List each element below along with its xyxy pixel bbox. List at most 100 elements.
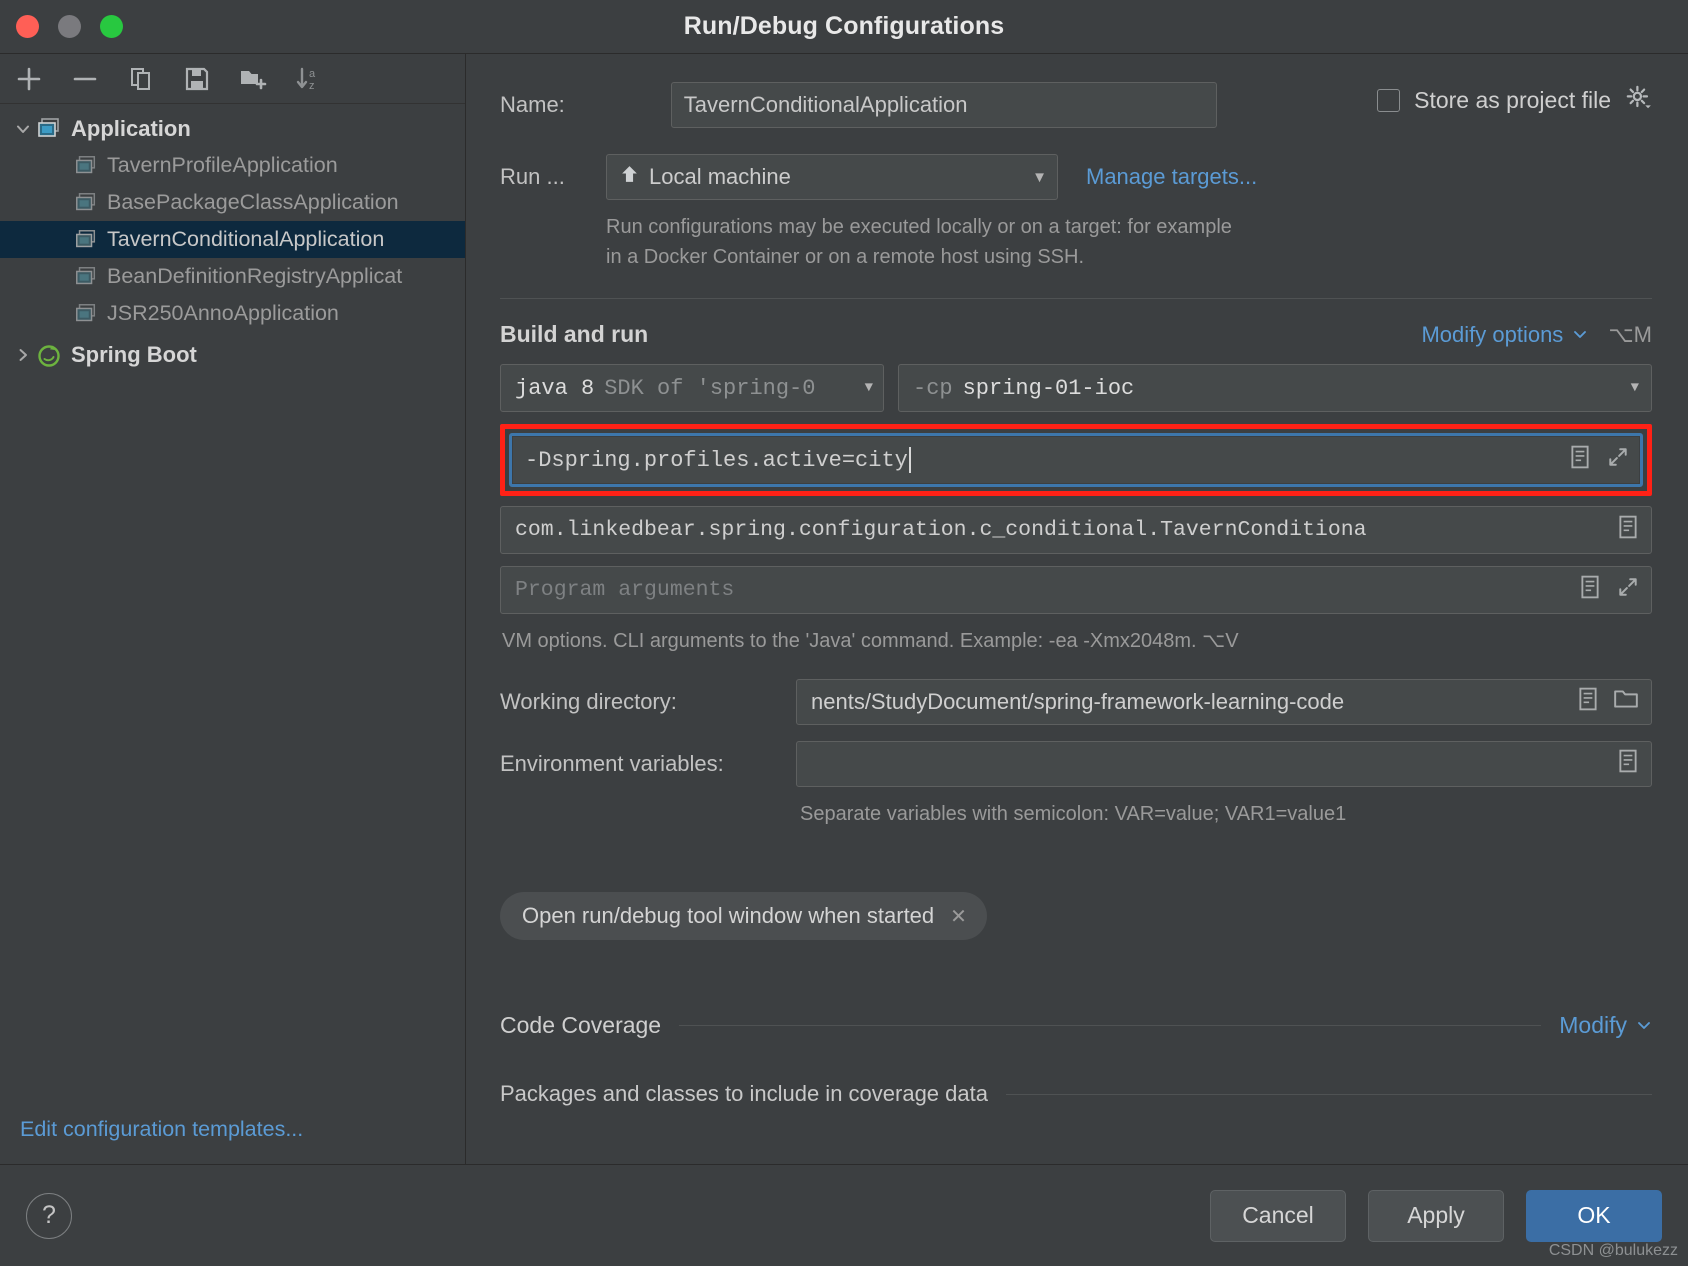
working-directory-input[interactable]: nents/StudyDocument/spring-framework-lea…: [796, 679, 1652, 725]
modify-options-label: Modify options: [1421, 321, 1564, 347]
tree-item-tavern-profile-application[interactable]: TavernProfileApplication: [0, 147, 465, 184]
modify-options-link[interactable]: Modify options: [1421, 322, 1588, 348]
run-target-hint-line1: Run configurations may be executed local…: [606, 216, 1232, 238]
program-arguments-field-actions: [1579, 575, 1639, 606]
tree-group-spring-boot[interactable]: Spring Boot: [0, 336, 465, 373]
local-machine-icon: [619, 164, 640, 191]
code-coverage-modify-label: Modify: [1559, 1012, 1627, 1038]
name-input[interactable]: TavernConditionalApplication: [670, 82, 1217, 128]
expand-editor-icon[interactable]: [1607, 446, 1629, 475]
insert-macro-icon[interactable]: [1579, 575, 1601, 606]
dialog-body: a z Application TavernProfileApplication…: [0, 54, 1688, 1164]
gear-icon[interactable]: [1625, 84, 1652, 116]
expand-editor-icon[interactable]: [1617, 576, 1639, 605]
minimize-window-button[interactable]: [58, 15, 81, 38]
program-arguments-input[interactable]: Program arguments: [500, 566, 1652, 614]
remove-icon[interactable]: [70, 64, 100, 94]
new-folder-icon[interactable]: [238, 64, 268, 94]
chevron-down-icon[interactable]: ▼: [859, 380, 873, 396]
svg-text:z: z: [309, 80, 315, 92]
ok-button[interactable]: OK: [1526, 1189, 1662, 1242]
main-class-value: com.linkedbear.spring.configuration.c_co…: [515, 518, 1367, 542]
sdk-and-classpath-row: java 8 SDK of 'spring-0 ▼ -cp spring-01-…: [500, 364, 1652, 412]
classpath-module: spring-01-ioc: [962, 375, 1135, 401]
run-debug-configurations-window: Run/Debug Configurations a z Application…: [0, 0, 1688, 1266]
environment-variables-input[interactable]: [796, 741, 1652, 787]
run-target-hint-line2: in a Docker Container or on a remote hos…: [606, 246, 1085, 268]
section-divider: [500, 298, 1652, 299]
coverage-packages-header: Packages and classes to include in cover…: [500, 1081, 1652, 1107]
cancel-button[interactable]: Cancel: [1210, 1189, 1346, 1242]
tree-group-label: Spring Boot: [71, 341, 197, 367]
environment-variables-hint: Separate variables with semicolon: VAR=v…: [800, 803, 1347, 825]
open-tool-window-label: Open run/debug tool window when started: [522, 903, 935, 928]
save-icon[interactable]: [182, 64, 212, 94]
classpath-flag: -cp: [913, 375, 953, 401]
svg-text:a: a: [309, 68, 316, 80]
run-target-value: Local machine: [649, 164, 791, 189]
close-window-button[interactable]: [16, 15, 39, 38]
application-config-icon: [74, 302, 98, 326]
sdk-version: java 8: [515, 375, 595, 401]
classpath-select[interactable]: -cp spring-01-ioc ▼: [898, 364, 1652, 412]
tree-item-label: BeanDefinitionRegistryApplicat: [107, 264, 403, 288]
insert-macro-icon[interactable]: [1577, 687, 1599, 717]
window-controls: [16, 15, 123, 38]
maximize-window-button[interactable]: [100, 15, 123, 38]
tree-group-label: Application: [71, 115, 191, 141]
vm-options-input[interactable]: -Dspring.profiles.active=city: [513, 437, 1639, 483]
tree-item-jsr250-anno-application[interactable]: JSR250AnnoApplication: [0, 295, 465, 332]
code-coverage-divider: [679, 1025, 1542, 1026]
program-arguments-placeholder: Program arguments: [515, 578, 735, 602]
chevron-down-icon[interactable]: [10, 116, 36, 142]
run-target-hint: Run configurations may be executed local…: [606, 212, 1506, 272]
vm-options-value: -Dspring.profiles.active=city: [525, 447, 908, 473]
help-button[interactable]: ?: [26, 1192, 72, 1239]
working-directory-label: Working directory:: [500, 689, 677, 714]
browse-class-icon[interactable]: [1617, 515, 1639, 546]
tree-item-label: BasePackageClassApplication: [107, 190, 399, 214]
chevron-down-icon[interactable]: ▼: [1631, 380, 1639, 396]
browse-folder-icon[interactable]: [1613, 688, 1639, 716]
edit-variables-icon[interactable]: [1617, 749, 1639, 779]
manage-targets-link[interactable]: Manage targets...: [1086, 164, 1257, 190]
chevron-right-icon[interactable]: [10, 342, 36, 368]
sdk-select[interactable]: java 8 SDK of 'spring-0 ▼: [500, 364, 884, 412]
configurations-sidebar: a z Application TavernProfileApplication…: [0, 54, 466, 1164]
tree-item-tavern-conditional-application[interactable]: TavernConditionalApplication: [0, 221, 465, 258]
spring-boot-icon: [36, 342, 62, 368]
chevron-down-icon[interactable]: [1636, 1012, 1652, 1039]
text-cursor: [908, 447, 911, 473]
tree-item-base-package-class-application[interactable]: BasePackageClassApplication: [0, 184, 465, 221]
tree-item-label: TavernProfileApplication: [107, 153, 338, 177]
sort-alphabetically-icon[interactable]: a z: [294, 64, 324, 94]
store-as-project-file-checkbox[interactable]: [1377, 88, 1401, 112]
main-class-input[interactable]: com.linkedbear.spring.configuration.c_co…: [500, 506, 1652, 554]
tree-item-bean-definition-registry-application[interactable]: BeanDefinitionRegistryApplicat: [0, 258, 465, 295]
edit-configuration-templates-link[interactable]: Edit configuration templates...: [20, 1117, 303, 1142]
tree-item-label: JSR250AnnoApplication: [107, 301, 339, 325]
add-icon[interactable]: [14, 64, 44, 94]
application-config-icon: [74, 154, 98, 178]
tree-group-application[interactable]: Application: [0, 110, 465, 147]
vm-options-hint: VM options. CLI arguments to the 'Java' …: [502, 630, 1239, 652]
dialog-actions: Cancel Apply OK: [1210, 1189, 1662, 1242]
close-icon[interactable]: ✕: [950, 904, 967, 929]
title-bar: Run/Debug Configurations: [0, 0, 1688, 54]
environment-variables-row: Environment variables:: [500, 741, 1652, 787]
watermark: CSDN @bulukezz: [1548, 1242, 1678, 1259]
apply-button[interactable]: Apply: [1368, 1189, 1504, 1242]
tree-item-label: TavernConditionalApplication: [107, 227, 385, 251]
chevron-down-icon[interactable]: [1572, 322, 1588, 348]
open-tool-window-chip[interactable]: Open run/debug tool window when started …: [500, 892, 987, 940]
code-coverage-header: Code Coverage Modify: [500, 1012, 1652, 1039]
run-target-select[interactable]: Local machine ▼: [606, 154, 1058, 200]
code-coverage-modify-link[interactable]: Modify: [1559, 1012, 1652, 1039]
store-as-project-file-label: Store as project file: [1414, 86, 1611, 113]
insert-macro-icon[interactable]: [1569, 445, 1591, 476]
vm-options-field-actions: [1569, 445, 1629, 476]
copy-icon[interactable]: [126, 64, 156, 94]
coverage-packages-divider: [1005, 1093, 1652, 1095]
chevron-down-icon[interactable]: ▼: [1032, 169, 1047, 186]
build-and-run-header: Build and run Modify options ⌥M: [500, 321, 1652, 348]
